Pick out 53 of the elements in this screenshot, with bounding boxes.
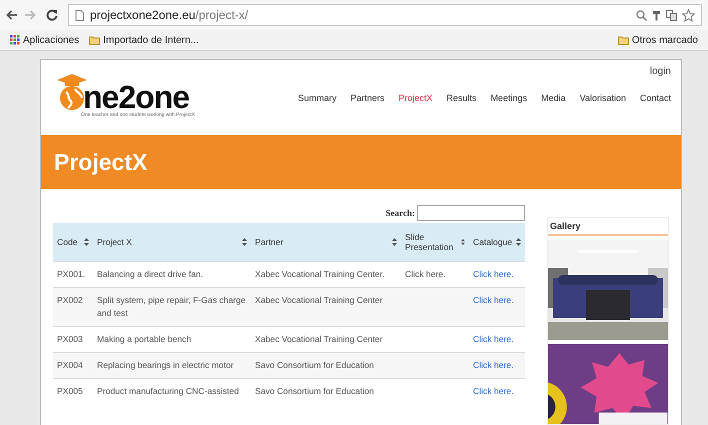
nav-link[interactable]: ProjectX bbox=[398, 93, 433, 103]
table-cell: Savo Consortium for Education bbox=[251, 352, 401, 378]
table-cell: Savo Consortium for Education bbox=[251, 378, 401, 404]
bookmark[interactable]: Aplicaciones bbox=[10, 34, 80, 46]
table-cell: Replacing bearings in electric motor bbox=[93, 352, 251, 378]
nav-link[interactable]: Valorisation bbox=[580, 93, 626, 103]
nav-link[interactable]: Summary bbox=[298, 93, 337, 103]
sort-icon bbox=[461, 238, 465, 246]
reload-icon[interactable] bbox=[46, 9, 58, 21]
url-text: projectxone2one.eu/project-x/ bbox=[90, 8, 250, 22]
sort-icon bbox=[392, 238, 397, 246]
slide-link[interactable]: Click here. bbox=[405, 269, 446, 279]
table-cell: PX005 bbox=[53, 378, 93, 404]
search-field[interactable] bbox=[417, 205, 525, 221]
star-icon[interactable] bbox=[682, 8, 695, 22]
folder-icon bbox=[618, 36, 629, 44]
catalogue-link[interactable]: Click here. bbox=[473, 334, 514, 344]
zoom-icon[interactable] bbox=[636, 10, 647, 20]
column-header[interactable]: Slide Presentation bbox=[401, 223, 469, 262]
gallery-title: Gallery bbox=[548, 218, 668, 236]
apps-grid-icon bbox=[10, 35, 20, 45]
table-cell: Split system, pipe repair, F-Gas charge and test bbox=[93, 288, 251, 326]
nav-link[interactable]: Contact bbox=[640, 93, 671, 103]
bookmark[interactable]: Otros marcado bbox=[618, 34, 698, 46]
nav-link[interactable]: Results bbox=[446, 93, 477, 103]
nav-link[interactable]: Partners bbox=[350, 93, 385, 103]
back-icon[interactable] bbox=[6, 10, 18, 20]
nav-link[interactable]: Media bbox=[541, 93, 566, 103]
table-cell: PX004 bbox=[53, 352, 93, 378]
search-label: Search: bbox=[386, 208, 415, 218]
column-header[interactable]: Catalogue bbox=[469, 223, 525, 262]
folder-icon bbox=[89, 36, 100, 44]
column-header[interactable]: Code bbox=[53, 223, 93, 262]
extension-icon[interactable] bbox=[652, 10, 661, 20]
translate-icon[interactable] bbox=[666, 10, 677, 20]
page-icon bbox=[75, 10, 84, 20]
catalogue-link[interactable]: Click here. bbox=[473, 295, 514, 305]
table-cell: Xabec Vocational Training Center bbox=[251, 288, 401, 326]
bookmark[interactable]: Importado de Intern... bbox=[89, 34, 199, 46]
nav-link[interactable]: Meetings bbox=[490, 93, 528, 103]
address-bar[interactable]: projectxone2one.eu/project-x/ bbox=[68, 4, 702, 26]
sort-icon bbox=[516, 238, 521, 246]
logo-text: ne2one bbox=[83, 82, 190, 112]
login-link[interactable]: login bbox=[650, 66, 671, 77]
table-cell: Product manufacturing CNC-assisted bbox=[93, 378, 251, 404]
column-header[interactable]: Project X bbox=[93, 223, 251, 262]
sort-icon bbox=[84, 238, 89, 246]
catalogue-link[interactable]: Click here. bbox=[473, 269, 514, 279]
table-cell: PX002 bbox=[53, 288, 93, 326]
page-title: ProjectX bbox=[54, 148, 148, 176]
sort-icon bbox=[242, 238, 247, 246]
catalogue-link[interactable]: Click here. bbox=[473, 386, 514, 396]
column-header[interactable]: Partner bbox=[251, 223, 401, 262]
